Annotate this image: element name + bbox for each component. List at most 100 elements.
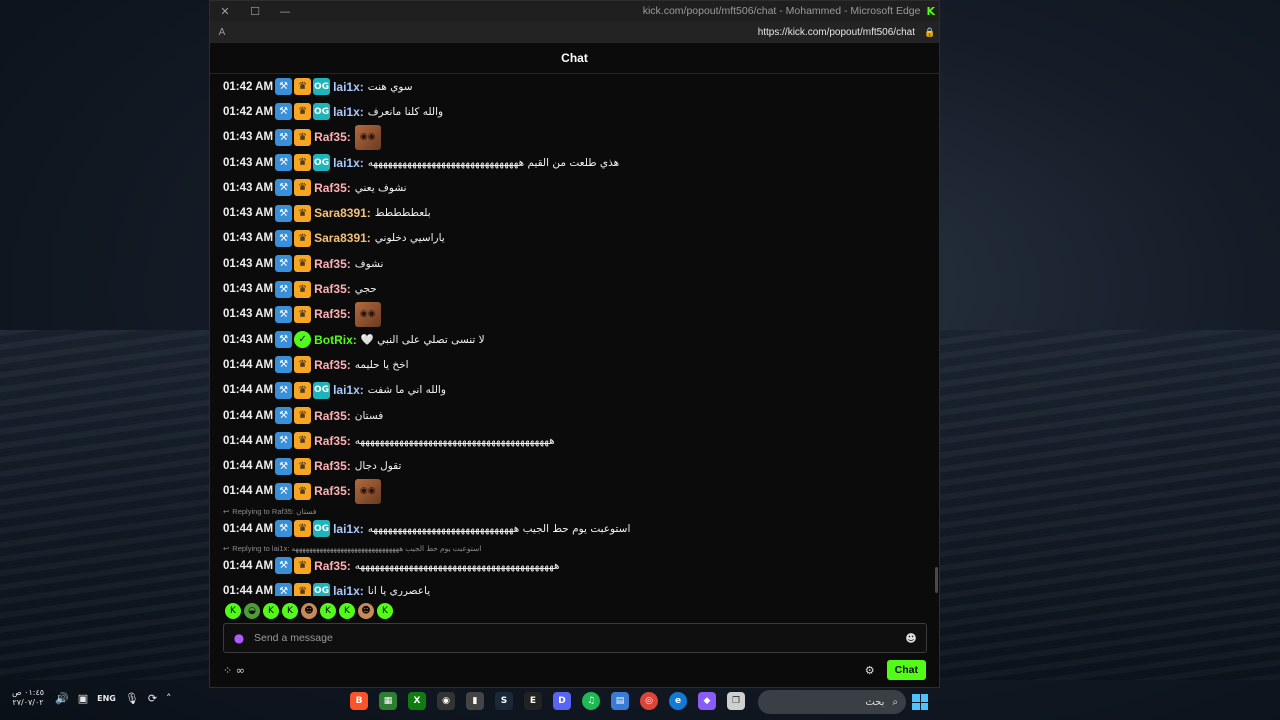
mic-tray-icon[interactable]: 🎙 (125, 692, 139, 705)
emote-image[interactable]: ◉◉ (354, 478, 381, 504)
og-badge-icon[interactable]: OG (313, 381, 331, 399)
username[interactable]: Raf35: (314, 409, 351, 423)
xbox-icon[interactable]: X (408, 692, 426, 710)
username[interactable]: Raf35: (314, 358, 351, 372)
username[interactable]: Raf35: (314, 130, 351, 144)
crown-badge-icon[interactable]: ♛ (294, 557, 312, 575)
username[interactable]: Raf35: (314, 282, 351, 296)
username[interactable]: lai1x: (333, 522, 364, 536)
crown-badge-icon[interactable]: ♛ (294, 128, 312, 146)
kick-icon[interactable]: K (225, 603, 241, 619)
face-icon[interactable]: ☻ (358, 603, 374, 619)
hammer-badge-icon[interactable]: ⚒ (275, 520, 293, 538)
close-icon[interactable]: ✕ (210, 5, 240, 18)
mic-icon[interactable]: ● (224, 631, 254, 645)
crown-badge-icon[interactable]: ♛ (294, 520, 312, 538)
message-input-box[interactable]: ● Send a message ☻ (223, 623, 927, 653)
emote-image[interactable]: ◉◉ (354, 301, 381, 327)
crown-badge-icon[interactable]: ♛ (294, 280, 312, 298)
hammer-badge-icon[interactable]: ⚒ (275, 331, 293, 349)
hammer-badge-icon[interactable]: ⚒ (275, 305, 293, 323)
username[interactable]: lai1x: (333, 584, 364, 596)
crown-badge-icon[interactable]: ♛ (294, 255, 312, 273)
crown-badge-icon[interactable]: ♛ (294, 432, 312, 450)
hammer-badge-icon[interactable]: ⚒ (275, 457, 293, 475)
username[interactable]: Raf35: (314, 484, 351, 498)
mouse-app-icon[interactable]: ▮ (466, 692, 484, 710)
bot-badge-icon[interactable]: ✓ (294, 331, 312, 349)
hammer-badge-icon[interactable]: ⚒ (275, 582, 293, 596)
task-view-icon[interactable]: ❐ (727, 692, 745, 710)
username[interactable]: Raf35: (314, 559, 351, 573)
crown-badge-icon[interactable]: ♛ (294, 154, 312, 172)
frog-icon[interactable]: ◒ (244, 603, 260, 619)
read-aloud-icon[interactable]: A (210, 27, 234, 38)
kick-icon[interactable]: K (320, 603, 336, 619)
username[interactable]: lai1x: (333, 80, 364, 94)
hammer-badge-icon[interactable]: ⚒ (275, 179, 293, 197)
steam-icon[interactable]: S (495, 692, 513, 710)
crown-badge-icon[interactable]: ♛ (294, 356, 312, 374)
reply-context[interactable]: ↩ Replying to lai1x: استوعبت يوم حط الجيب… (223, 543, 927, 553)
og-badge-icon[interactable]: OG (313, 520, 331, 538)
hammer-badge-icon[interactable]: ⚒ (275, 154, 293, 172)
kick-icon[interactable]: K (282, 603, 298, 619)
kick-icon[interactable]: K (339, 603, 355, 619)
username[interactable]: Raf35: (314, 181, 351, 195)
hammer-badge-icon[interactable]: ⚒ (275, 482, 293, 500)
username[interactable]: Raf35: (314, 307, 351, 321)
store-icon[interactable]: ▤ (611, 692, 629, 710)
maximize-icon[interactable]: ☐ (240, 5, 270, 18)
username[interactable]: Raf35: (314, 434, 351, 448)
hammer-badge-icon[interactable]: ⚒ (275, 432, 293, 450)
hammer-badge-icon[interactable]: ⚒ (275, 407, 293, 424)
hammer-badge-icon[interactable]: ⚒ (275, 557, 293, 575)
kick-points-icon[interactable]: ⁘ ∞ (223, 664, 245, 677)
crown-badge-icon[interactable]: ♛ (294, 103, 312, 121)
hammer-badge-icon[interactable]: ⚒ (275, 356, 293, 374)
og-badge-icon[interactable]: OG (313, 582, 331, 596)
clock[interactable]: ٠١:٤٥ ص ٢٧/٠٧/٠٢ (10, 688, 46, 708)
copilot-icon[interactable]: ◆ (698, 692, 716, 710)
scrollbar-thumb[interactable] (935, 567, 938, 593)
reply-context[interactable]: ↩ Replying to Raf35: فستان (223, 506, 927, 516)
crown-badge-icon[interactable]: ♛ (294, 407, 312, 424)
hammer-badge-icon[interactable]: ⚒ (275, 255, 293, 273)
start-button[interactable] (912, 694, 928, 710)
gear-icon[interactable]: ⚙ (865, 664, 875, 677)
send-chat-button[interactable]: Chat (886, 660, 926, 680)
kick-icon[interactable]: K (263, 603, 279, 619)
og-badge-icon[interactable]: OG (313, 103, 331, 121)
network-icon[interactable]: ▣ (78, 692, 88, 705)
og-badge-icon[interactable]: OG (313, 78, 331, 96)
brave-icon[interactable]: B (350, 692, 368, 710)
obs-icon[interactable]: ◉ (437, 692, 455, 710)
crown-badge-icon[interactable]: ♛ (294, 582, 312, 596)
crown-badge-icon[interactable]: ♛ (294, 229, 312, 247)
crown-badge-icon[interactable]: ♛ (294, 457, 312, 475)
crown-badge-icon[interactable]: ♛ (294, 482, 312, 500)
sync-icon[interactable]: ⟳ (148, 692, 157, 705)
minimize-icon[interactable]: — (270, 5, 300, 18)
hammer-badge-icon[interactable]: ⚒ (275, 103, 293, 121)
lock-icon[interactable]: 🔒 (921, 27, 939, 38)
chrome-icon[interactable]: ◎ (640, 692, 658, 710)
epic-games-icon[interactable]: E (524, 692, 542, 710)
crown-badge-icon[interactable]: ♛ (294, 305, 312, 323)
search-box[interactable]: بحث ⌕ (758, 690, 906, 714)
hammer-badge-icon[interactable]: ⚒ (275, 78, 293, 96)
hammer-badge-icon[interactable]: ⚒ (275, 381, 293, 399)
minecraft-icon[interactable]: ▦ (379, 692, 397, 710)
url-text[interactable]: https://kick.com/popout/mft506/chat (234, 27, 921, 38)
message-input[interactable]: Send a message (254, 632, 896, 644)
kick-icon[interactable]: K (377, 603, 393, 619)
chevron-up-icon[interactable]: ˄ (166, 692, 172, 705)
hammer-badge-icon[interactable]: ⚒ (275, 229, 293, 247)
spotify-icon[interactable]: ♫ (582, 692, 600, 710)
og-badge-icon[interactable]: OG (313, 154, 331, 172)
crown-badge-icon[interactable]: ♛ (294, 204, 312, 222)
username[interactable]: Sara8391: (314, 206, 371, 220)
crown-badge-icon[interactable]: ♛ (294, 78, 312, 96)
discord-icon[interactable]: D (553, 692, 571, 710)
username[interactable]: BotRix: (314, 333, 357, 347)
